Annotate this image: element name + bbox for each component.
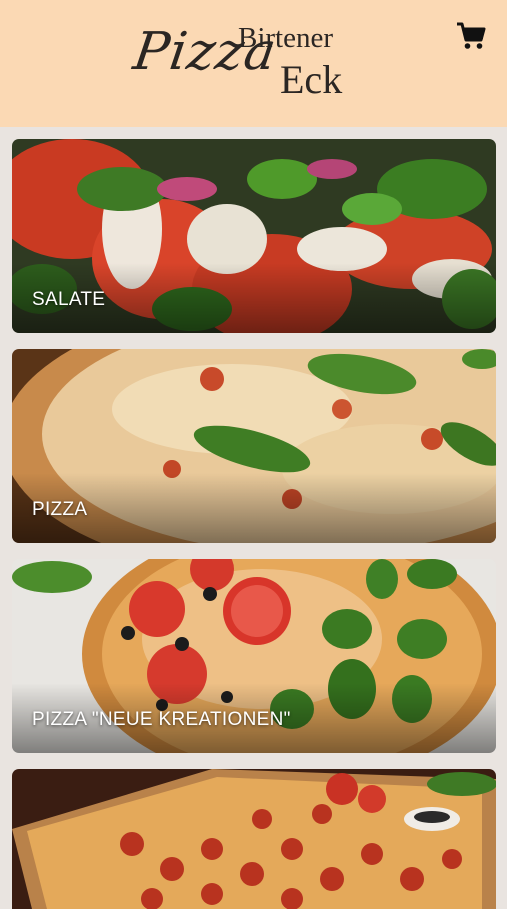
category-card-pizza[interactable]: PIZZA	[12, 349, 496, 543]
category-label: SALATE	[32, 289, 106, 310]
pizza-blech-image	[12, 769, 496, 909]
category-label: PIZZA	[32, 499, 88, 520]
category-card-4[interactable]	[12, 769, 496, 909]
birtener-pizza-eck-logo: Pizza Birtener Eck	[130, 14, 380, 114]
category-label: PIZZA "NEUE KREATIONEN"	[32, 709, 291, 730]
logo-word-bottom: Eck	[280, 57, 343, 102]
app-header: Pizza Birtener Eck	[0, 0, 507, 127]
category-card-pizza-neue-kreationen[interactable]: PIZZA "NEUE KREATIONEN"	[12, 559, 496, 753]
logo-word-top: Birtener	[238, 22, 334, 54]
shopping-cart-icon[interactable]	[455, 20, 487, 52]
category-card-salate[interactable]: SALATE	[12, 139, 496, 333]
